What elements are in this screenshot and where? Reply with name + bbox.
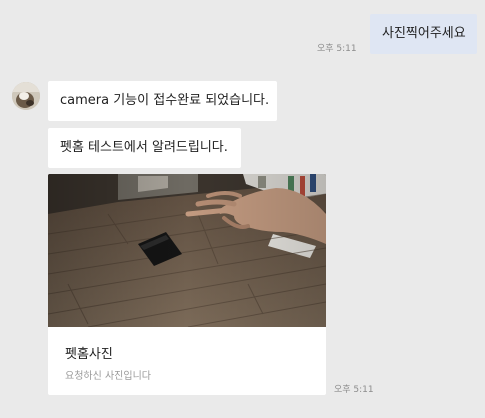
avatar-image [12, 82, 40, 110]
card-title: 펫홈사진 [65, 347, 113, 362]
photo-message-card[interactable]: 펫홈사진 요청하신 사진입니다 [48, 174, 326, 395]
outgoing-message-bubble[interactable]: 사진찍어주세요 [370, 14, 477, 54]
chat-area: 사진찍어주세요 오후 5:11 camera 기능이 접수완료 되었습니다. 펫… [0, 0, 485, 418]
incoming-message-bubble[interactable]: 펫홈 테스트에서 알려드립니다. [48, 128, 241, 168]
card-subtitle: 요청하신 사진입니다 [65, 371, 151, 382]
incoming-message-text: 펫홈 테스트에서 알려드립니다. [60, 140, 228, 155]
incoming-message-text: camera 기능이 접수완료 되었습니다. [60, 93, 270, 108]
photo-image [48, 174, 326, 327]
outgoing-message-text: 사진찍어주세요 [382, 26, 466, 41]
outgoing-message-time: 오후 5:11 [317, 44, 357, 54]
incoming-message-bubble[interactable]: camera 기능이 접수완료 되었습니다. [48, 81, 277, 121]
pet-home-photo[interactable] [48, 174, 326, 327]
sender-avatar[interactable] [12, 82, 40, 110]
card-message-time: 오후 5:11 [334, 385, 374, 395]
